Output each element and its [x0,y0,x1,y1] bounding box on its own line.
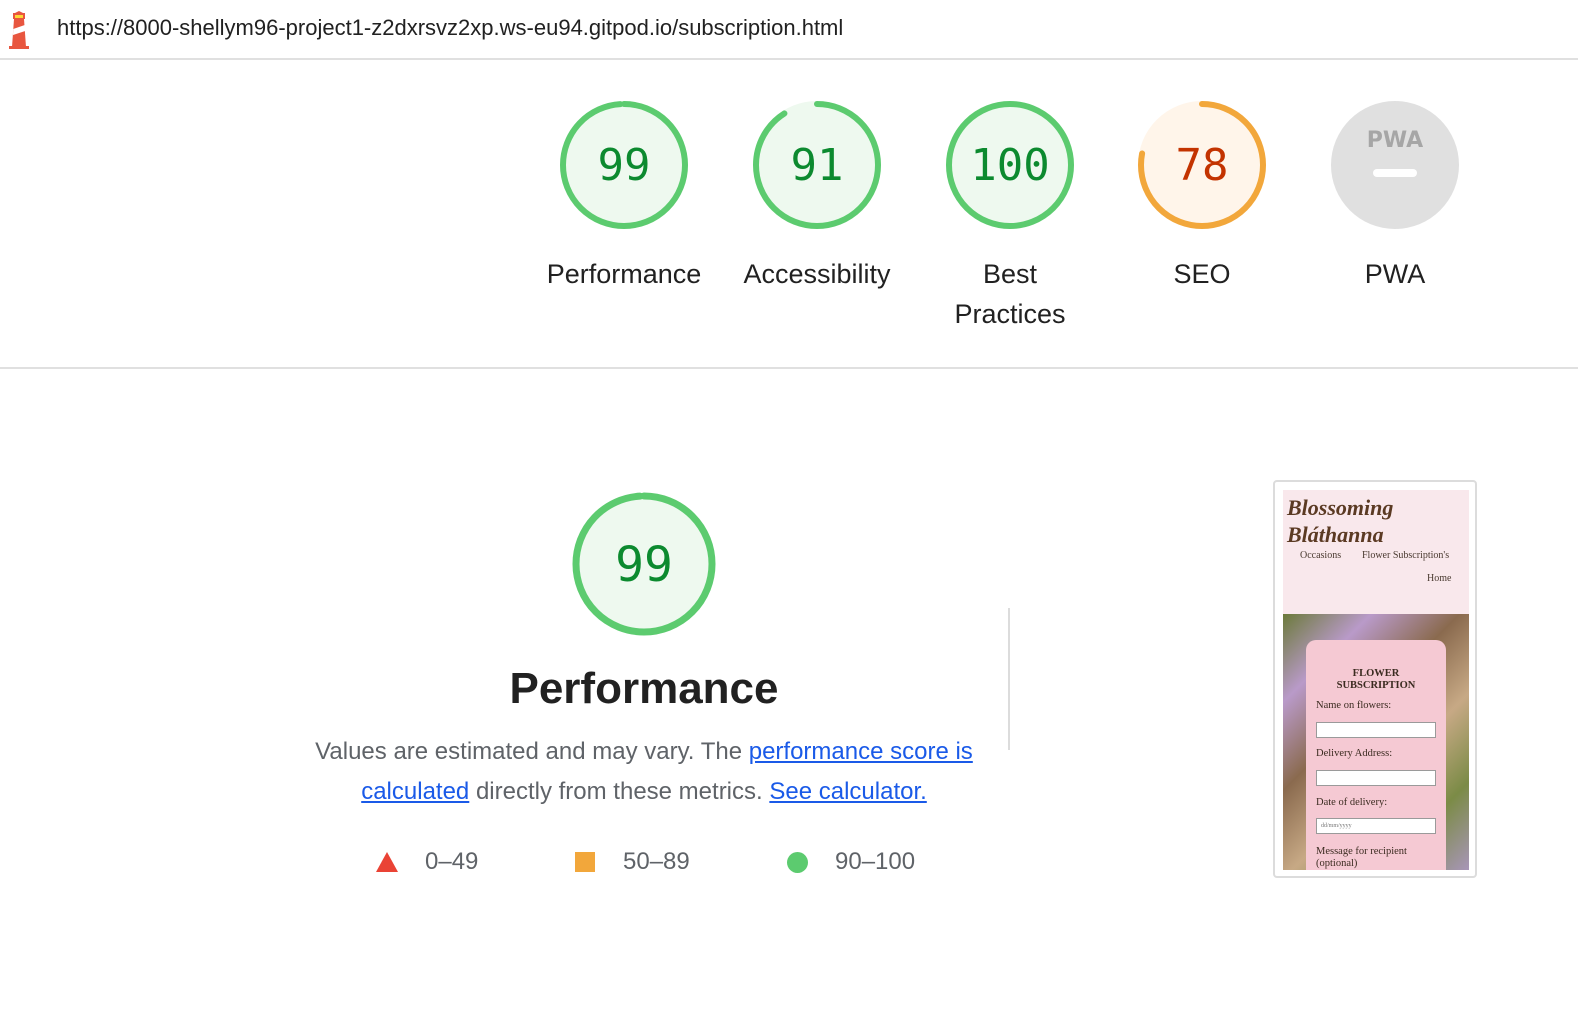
screenshot-form-title: FLOWER SUBSCRIPTION [1336,668,1416,691]
vertical-separator [1008,608,1010,750]
section-divider [0,367,1578,369]
screenshot-input-name [1316,722,1436,738]
url-bar: https://8000-shellym96-project1-z2dxrsvz… [0,0,1578,60]
screenshot-date-placeholder: dd/mm/yyyy [1321,823,1352,829]
square-icon [575,852,595,872]
category-gauges: 99 Performance 91 Accessibility 100 Best… [0,60,1578,368]
screenshot-input-address [1316,770,1436,786]
page-url[interactable]: https://8000-shellym96-project1-z2dxrsvz… [57,15,843,41]
gauge-seo-score: 78 [1176,140,1229,191]
pwa-badge-text: PWA [1367,128,1423,153]
gauge-accessibility-ring: 91 [753,101,881,229]
legend-fail-label: 0–49 [425,848,479,875]
gauge-accessibility-score: 91 [791,140,844,191]
gauge-pwa-label: PWA [1364,259,1426,289]
gauge-seo-ring: 78 [1138,101,1266,229]
performance-score-gauge: 99 [572,492,716,636]
screenshot-brand: Blossoming Bláthanna [1287,495,1394,547]
circle-icon [787,852,808,873]
gauge-performance-ring: 99 [560,101,688,229]
gauge-seo-label: SEO [1173,259,1231,289]
screenshot-content: Blossoming Bláthanna Occasions Flower Su… [1283,490,1469,870]
screenshot-nav-subscriptions: Flower Subscription's [1362,550,1450,561]
screenshot-label-address: Delivery Address: [1316,748,1393,759]
pwa-badge-icon: PWA [1331,101,1459,229]
gauge-pwa[interactable]: PWA PWA [1298,100,1492,294]
lighthouse-icon [9,11,29,49]
description-text-start: Values are estimated and may vary. The [315,738,749,765]
legend-pass-label: 90–100 [835,848,916,875]
screenshot-nav-home: Home [1427,573,1452,584]
gauge-best-practices-score: 100 [970,140,1049,191]
performance-score: 99 [615,537,673,593]
gauge-performance-score: 99 [598,140,651,191]
gauge-performance[interactable]: 99 Performance [527,100,721,294]
see-calculator-link[interactable]: See calculator. [769,778,926,805]
final-screenshot-thumbnail[interactable]: Blossoming Bláthanna Occasions Flower Su… [1273,480,1477,878]
screenshot-input-date: dd/mm/yyyy [1316,818,1436,834]
gauge-accessibility-label: Accessibility [743,259,891,289]
screenshot-label-name: Name on flowers: [1316,700,1392,711]
gauge-performance-label: Performance [546,259,702,289]
legend-average-label: 50–89 [623,848,690,875]
gauge-best-practices-label: Best Practices [954,259,1066,329]
screenshot-label-date: Date of delivery: [1316,797,1388,808]
screenshot-subscription-form: FLOWER SUBSCRIPTION Name on flowers: Del… [1306,640,1446,870]
description-text-middle: directly from these metrics. [469,778,770,805]
screenshot-nav-occasions: Occasions [1300,550,1342,561]
triangle-icon [376,852,398,872]
performance-description: Values are estimated and may vary. The p… [310,732,978,812]
performance-title: Performance [509,664,779,713]
gauge-best-practices[interactable]: 100 Best Practices [913,100,1107,334]
screenshot-label-message: Message for recipient (optional) [1316,846,1407,869]
gauge-best-practices-ring: 100 [946,101,1074,229]
gauge-seo[interactable]: 78 SEO [1105,100,1299,294]
gauge-accessibility[interactable]: 91 Accessibility [720,100,914,294]
